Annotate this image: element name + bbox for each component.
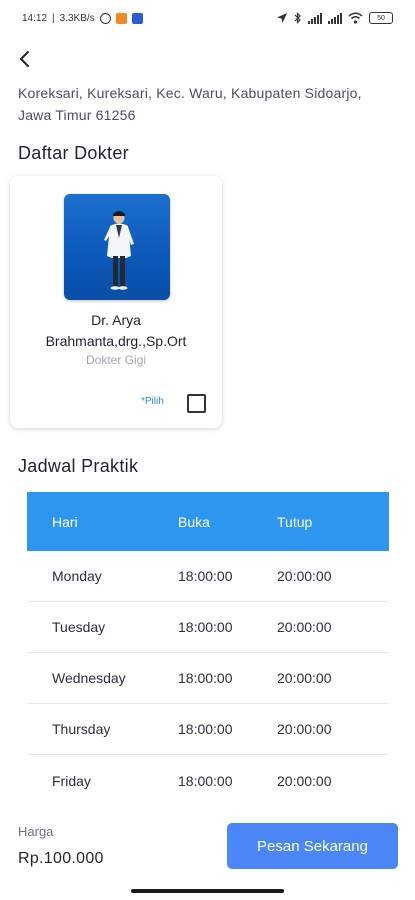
bluetooth-icon [294,12,301,24]
status-divider: | [52,12,55,24]
price-value: Rp.100.000 [18,850,104,867]
alarm-icon [99,12,111,24]
header-day: Hari [52,513,78,530]
network-speed: 3.3KB/s [59,12,95,24]
price-label: Harga [18,824,54,839]
cell-open: 18:00:00 [178,568,233,584]
cell-day: Wednesday [52,670,126,686]
notification-app-icon-2 [131,12,143,24]
cell-close: 20:00:00 [277,619,332,635]
home-indicator[interactable] [131,889,284,893]
header-open: Buka [178,513,210,530]
cell-close: 20:00:00 [277,721,332,737]
wifi-icon [348,12,363,24]
table-row: Thursday 18:00:00 20:00:00 [27,704,389,755]
cell-open: 18:00:00 [178,721,233,737]
battery-icon: 50 [369,12,393,24]
clinic-address: Koreksari, Kureksari, Kec. Waru, Kabupat… [18,85,362,123]
status-right: 50 [276,12,393,24]
doctor-name: Dr. Arya Brahmanta,drg.,Sp.Ort [45,312,187,349]
pick-doctor-checkbox[interactable] [187,394,206,413]
schedule-title: Jadwal Praktik [18,456,139,476]
doctor-specialty: Dokter Gigi [85,353,147,367]
doctor-photo [64,194,170,300]
cell-close: 20:00:00 [277,772,332,789]
order-now-button[interactable]: Pesan Sekarang [227,823,398,869]
arrow-left-icon [20,51,29,67]
signal-icon [308,12,322,24]
doctor-list-title: Daftar Dokter [18,143,129,163]
status-time: 14:12 [22,12,48,24]
status-bar: 14:12 | 3.3KB/s 50 [0,0,415,36]
cell-open: 18:00:00 [178,772,233,789]
pick-label: *Pilih [141,396,164,407]
doctor-figure [104,211,134,290]
schedule-table: Hari Buka Tutup Monday 18:00:00 20:00:00… [27,492,389,806]
table-header: Hari Buka Tutup [27,492,389,551]
cell-day: Monday [52,568,102,584]
table-row: Tuesday 18:00:00 20:00:00 [27,602,389,653]
notification-app-icon [115,12,127,24]
status-left: 14:12 | 3.3KB/s [22,12,143,24]
table-row: Friday 18:00:00 20:00:00 [27,755,389,806]
location-icon [277,13,287,23]
cell-day: Friday [52,772,91,789]
cell-close: 20:00:00 [277,670,332,686]
cell-day: Tuesday [52,619,106,635]
cell-open: 18:00:00 [178,670,233,686]
signal-icon-2 [328,12,342,24]
back-button[interactable] [12,46,36,72]
cell-day: Thursday [52,721,111,737]
doctor-card[interactable]: Dr. Arya Brahmanta,drg.,Sp.Ort Dokter Gi… [10,176,222,428]
table-row: Wednesday 18:00:00 20:00:00 [27,653,389,704]
header-close: Tutup [277,513,313,530]
table-row: Monday 18:00:00 20:00:00 [27,551,389,602]
cell-open: 18:00:00 [178,619,233,635]
cell-close: 20:00:00 [277,568,332,584]
